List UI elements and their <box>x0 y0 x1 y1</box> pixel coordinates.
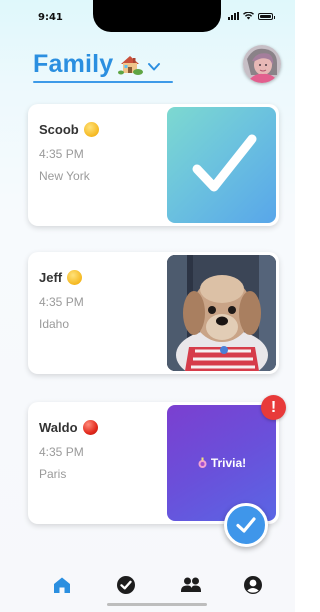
chevron-down-icon[interactable] <box>147 62 161 72</box>
member-card-scoob[interactable]: Scoob 4:35 PM New York <box>28 104 279 226</box>
member-location: Paris <box>39 467 67 481</box>
checkmark-icon <box>192 134 257 192</box>
member-name: Scoob <box>39 122 99 137</box>
tab-family[interactable] <box>180 574 202 596</box>
title-underline <box>33 81 173 83</box>
checkmark-icon <box>236 517 256 533</box>
house-icon <box>118 55 144 75</box>
red-circle-icon <box>82 420 98 435</box>
battery-icon <box>258 12 275 20</box>
check-circle-icon <box>117 576 135 594</box>
smiling-face-icon <box>67 270 83 285</box>
status-bar: 9:41 <box>0 0 295 40</box>
member-name: Jeff <box>39 270 83 285</box>
wifi-icon <box>243 12 254 20</box>
profile-icon <box>244 576 262 594</box>
page-title: Family <box>33 50 114 78</box>
smiling-face-icon <box>83 122 99 137</box>
tab-home[interactable] <box>51 574 73 596</box>
family-selector[interactable]: Family <box>33 50 161 79</box>
signal-icon <box>228 12 239 20</box>
member-time: 4:35 PM <box>39 147 84 161</box>
home-icon <box>54 577 70 593</box>
trivia-panel[interactable]: Trivia! <box>167 405 276 521</box>
status-check-panel[interactable] <box>167 107 276 223</box>
member-card-jeff[interactable]: Jeff 4:35 PM Idaho <box>28 252 279 374</box>
member-name: Waldo <box>39 420 98 435</box>
alert-badge[interactable]: ! <box>261 395 286 420</box>
tab-profile[interactable] <box>242 574 264 596</box>
member-location: Idaho <box>39 317 70 331</box>
trivia-icon <box>198 457 207 468</box>
status-time: 9:41 <box>38 12 63 23</box>
dog-photo[interactable] <box>167 255 276 371</box>
member-time: 4:35 PM <box>39 295 84 309</box>
status-icons <box>228 12 275 20</box>
check-in-button[interactable] <box>224 503 268 547</box>
member-time: 4:35 PM <box>39 445 84 459</box>
avatar[interactable] <box>243 45 281 83</box>
tab-check-ins[interactable] <box>115 574 137 596</box>
home-indicator <box>107 603 207 606</box>
people-icon <box>181 577 201 592</box>
app-screen: 9:41 Family Scoob 4:35 PM New York Jeff … <box>0 0 295 612</box>
member-location: New York <box>39 169 90 183</box>
trivia-label: Trivia! <box>197 456 246 470</box>
device-notch <box>93 0 221 32</box>
